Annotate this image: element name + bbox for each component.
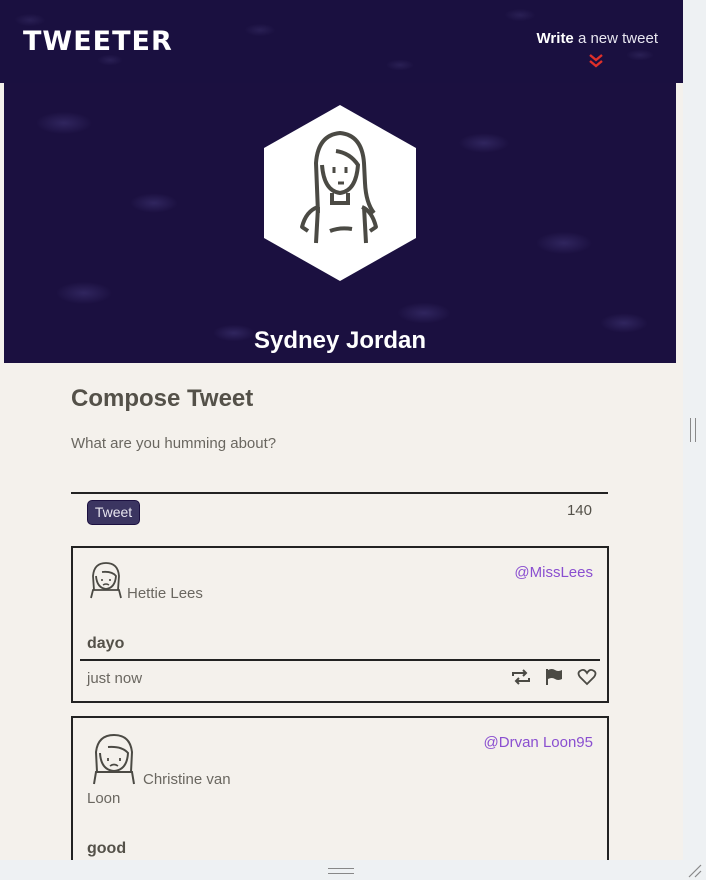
write-rest-label: a new tweet	[573, 30, 658, 47]
retweet-icon[interactable]	[511, 668, 531, 686]
tweet-text: dayo	[87, 635, 125, 652]
tweet-card: Christine van Loon @Drvan Loon95 good	[71, 716, 609, 860]
tweet-button[interactable]: Tweet	[87, 500, 140, 525]
resize-corner-icon[interactable]	[686, 862, 702, 878]
woman-long-hair-avatar-icon	[264, 105, 416, 281]
top-nav: TWEETER Write a new tweet	[0, 0, 683, 83]
tweet-author-handle[interactable]: @MissLees	[514, 564, 593, 581]
char-counter: 140	[566, 502, 592, 519]
compose-placeholder: What are you humming about?	[71, 435, 277, 452]
heart-icon[interactable]	[577, 668, 597, 686]
profile-banner: Sydney Jordan	[4, 83, 676, 363]
tweet-actions	[511, 668, 597, 686]
tweet-author-name: Hettie Lees	[127, 585, 203, 602]
tweet-author-handle[interactable]: @Drvan Loon95	[484, 734, 593, 751]
tweet-divider	[80, 659, 600, 661]
write-new-tweet-link[interactable]: Write a new tweet	[537, 30, 658, 47]
panel-resize-handle[interactable]	[690, 418, 696, 442]
write-bold-label: Write	[536, 30, 574, 47]
tweet-text: good	[87, 840, 127, 857]
app-window: TWEETER Write a new tweet Sydney Jordan …	[0, 0, 683, 860]
app-logo[interactable]: TWEETER	[23, 26, 173, 57]
profile-name: Sydney Jordan	[253, 327, 427, 354]
drag-grip-icon[interactable]	[328, 868, 354, 874]
tweet-timestamp: just now	[87, 670, 143, 687]
compose-title: Compose Tweet	[71, 385, 254, 412]
double-chevron-down-icon[interactable]	[588, 53, 604, 69]
woman-avatar-icon	[90, 562, 122, 599]
tweet-card: Hettie Lees @MissLees dayo just now	[71, 546, 609, 703]
flag-icon[interactable]	[544, 668, 564, 686]
tweet-author-name: Christine van Loon	[87, 771, 231, 807]
